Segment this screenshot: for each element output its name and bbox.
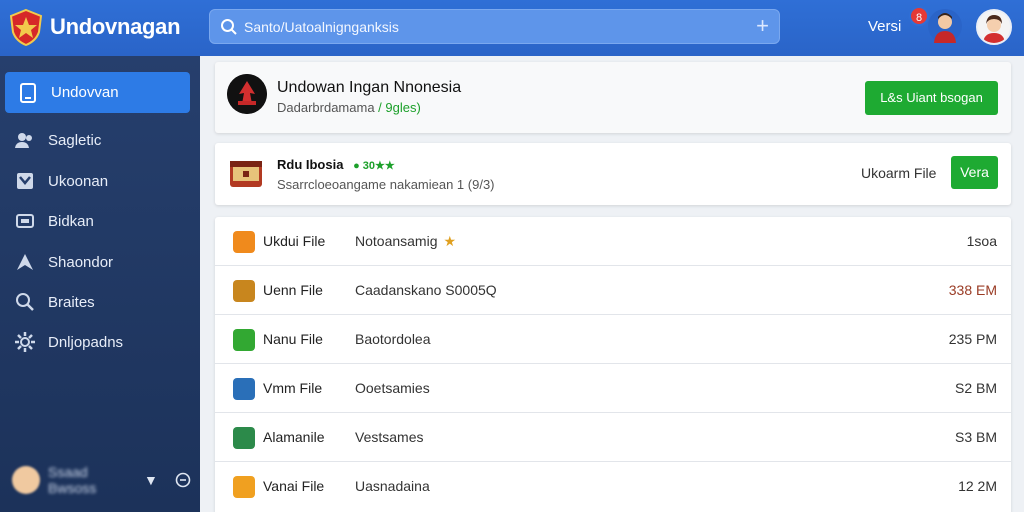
footer-avatar [12, 466, 40, 494]
app-subtitle: Dadarbrdamama / 9gles) [277, 100, 421, 115]
file-icon [233, 329, 255, 351]
file-name: Ukdui File [263, 233, 326, 249]
file-list: Ukdui File Notoansamig ★ 1soa Uenn File C… [215, 217, 1011, 512]
file-icon [233, 231, 255, 253]
file-name: Alamanile [263, 429, 325, 445]
sidebar-item-ukoonan[interactable]: Ukoonan [14, 166, 108, 196]
chevron-down-icon[interactable]: ▼ [144, 472, 158, 488]
app-subtitle-accent: / 9gles) [378, 100, 421, 115]
search-icon [221, 19, 237, 35]
featured-card: Rdu Ibosia ● 30★★ Ssarrcloeoangame nakam… [215, 143, 1011, 205]
sidebar-item-label: Undovvan [51, 84, 119, 101]
star-icon: ★ [443, 233, 457, 249]
person-icon [934, 13, 956, 43]
file-size: 338 EM [948, 282, 997, 298]
file-desc: Uasnadaina [355, 478, 430, 494]
table-row[interactable]: Vmm File Ooetsamies S2 BM [215, 364, 1011, 413]
sidebar-item-sagletic[interactable]: Sagletic [14, 125, 101, 155]
sidebar: Undovvan Sagletic Ukoonan Bidkan Shaondo… [0, 56, 200, 512]
notification-avatar[interactable] [928, 9, 962, 43]
search-icon [16, 293, 34, 311]
file-desc: Caadanskano S0005Q [355, 282, 497, 298]
table-row[interactable]: Uenn File Caadanskano S0005Q 338 EM [215, 266, 1011, 315]
chest-thumbnail-icon [230, 161, 262, 187]
app-header-card: Undowan Ingan Nnonesia Dadarbrdamama / 9… [215, 62, 1011, 133]
gear-icon [15, 332, 35, 352]
user-icon [978, 11, 1010, 43]
user-avatar[interactable] [976, 9, 1012, 45]
featured-title: Rdu Ibosia ● 30★★ [277, 157, 395, 172]
sidebar-item-label: Bidkan [48, 212, 94, 230]
file-icon [233, 427, 255, 449]
file-desc: Baotordolea [355, 331, 431, 347]
sidebar-footer[interactable]: Ssaad Bwsoss ▼ [12, 464, 192, 496]
file-size: S3 BM [954, 429, 997, 445]
sidebar-item-label: Dnljopadns [48, 333, 124, 351]
file-size: 235 PM [948, 331, 997, 347]
sidebar-item-dnljopadns[interactable]: Dnljopadns [14, 327, 123, 357]
send-icon [17, 254, 33, 270]
sidebar-item-label: Sagletic [48, 131, 102, 149]
sidebar-item-bidkan[interactable]: Bidkan [14, 206, 94, 236]
featured-title-text: Rdu Ibosia [277, 157, 344, 172]
file-name: Uenn File [263, 282, 323, 298]
file-name: Nanu File [263, 331, 323, 347]
file-size: 12 2M [958, 478, 997, 494]
checkbox-icon [17, 173, 33, 189]
sidebar-item-shaondor[interactable]: Shaondor [14, 247, 113, 277]
shield-logo-icon [9, 8, 43, 46]
file-size: 1soa [966, 233, 997, 249]
featured-subtitle: Ssarrcloeoangame nakamiean 1 (9/3) [277, 177, 495, 192]
table-row[interactable]: Nanu File Baotordolea 235 PM [215, 315, 1011, 364]
file-size: S2 BM [954, 380, 997, 396]
featured-link[interactable]: Ukoarm File [861, 165, 936, 181]
top-bar: Undovnagan + Versi 8 [0, 0, 1024, 56]
version-link[interactable]: Versi [868, 18, 901, 35]
sidebar-item-label: Shaondor [48, 253, 114, 271]
file-name: Vmm File [263, 380, 323, 396]
search-input[interactable] [244, 10, 744, 43]
file-desc-text: Notoansamig [355, 233, 438, 249]
file-icon [233, 280, 255, 302]
app-logo-icon [227, 74, 267, 114]
brand-name: Undovnagan [50, 14, 181, 39]
primary-action-button[interactable]: L&s Uiant bsogan [865, 81, 998, 115]
sidebar-item-label: Ukoonan [48, 172, 109, 190]
box-icon [16, 214, 34, 228]
file-desc: Notoansamig ★ [355, 233, 456, 250]
tablet-icon [20, 82, 36, 103]
sidebar-item-undovvan[interactable]: Undovvan [5, 72, 190, 113]
table-row[interactable]: Vanai File Uasnadaina 12 2M [215, 462, 1011, 511]
table-row[interactable]: Ukdui File Notoansamig ★ 1soa [215, 217, 1011, 266]
file-desc: Vestsames [355, 429, 424, 445]
file-icon [233, 476, 255, 498]
notification-badge: 8 [909, 6, 929, 26]
featured-rating: ● 30★★ [353, 160, 395, 172]
plus-icon[interactable]: + [756, 14, 769, 38]
users-icon [15, 133, 32, 148]
footer-username: Ssaad Bwsoss [48, 464, 97, 496]
sidebar-item-label: Braites [48, 293, 95, 311]
file-icon [233, 378, 255, 400]
app-subtitle-text: Dadarbrdamama [277, 100, 375, 115]
settings-icon[interactable] [174, 471, 192, 489]
featured-view-button[interactable]: Vera [951, 156, 998, 189]
file-desc: Ooetsamies [355, 380, 430, 396]
file-name: Vanai File [263, 478, 325, 494]
sidebar-item-braites[interactable]: Braites [14, 287, 95, 317]
table-row[interactable]: Alamanile Vestsames S3 BM [215, 413, 1011, 462]
brand[interactable]: Undovnagan [8, 8, 181, 46]
app-title: Undowan Ingan Nnonesia [277, 79, 462, 96]
search-bar[interactable]: + [209, 9, 780, 44]
